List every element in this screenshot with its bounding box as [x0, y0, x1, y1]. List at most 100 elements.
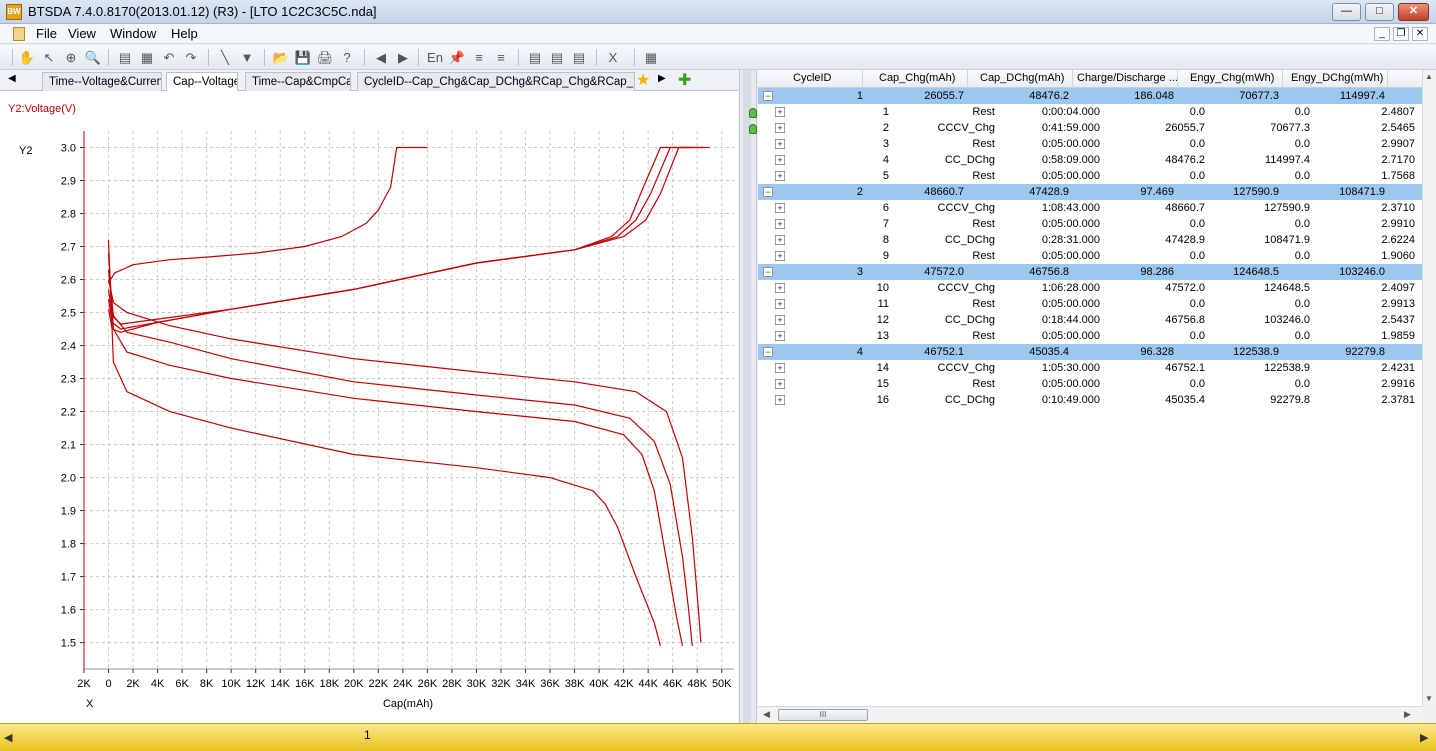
column-header-engy-dchg[interactable]: Engy_DChg(mWh): [1283, 70, 1388, 88]
collapse-icon[interactable]: −: [763, 267, 773, 277]
star-icon[interactable]: ★: [636, 70, 650, 90]
step-row[interactable]: +13 Rest 0:05:00.000 0.0 0.0 1.9859: [758, 328, 1422, 344]
layout-icon[interactable]: ▦: [642, 49, 660, 66]
vertical-scrollbar[interactable]: ▲ ▼: [1422, 70, 1436, 706]
maximize-button[interactable]: □: [1365, 3, 1394, 21]
excel-icon[interactable]: X: [604, 49, 622, 66]
table-cell: 2: [882, 122, 889, 134]
step-row[interactable]: +9 Rest 0:05:00.000 0.0 0.0 1.9060: [758, 248, 1422, 264]
tab-scroll-right-icon[interactable]: ▶: [658, 73, 666, 84]
collapse-icon[interactable]: −: [763, 187, 773, 197]
undo-icon[interactable]: ↶: [160, 49, 178, 66]
panel-splitter[interactable]: [739, 70, 757, 723]
help-icon[interactable]: ?: [338, 49, 356, 66]
splitter-handle[interactable]: [743, 70, 751, 723]
step-row[interactable]: +16 CC_DChg 0:10:49.000 45035.4 92279.8 2.378…: [758, 392, 1422, 408]
add-tab-icon[interactable]: ✚: [678, 70, 691, 90]
copy-chart-icon[interactable]: ▦: [138, 49, 156, 66]
step-row[interactable]: +4 CC_DChg 0:58:09.000 48476.2 114997.4 2.717…: [758, 152, 1422, 168]
hand-icon[interactable]: ✋: [18, 49, 36, 66]
step-row[interactable]: +1 Rest 0:00:04.000 0.0 0.0 2.4807: [758, 104, 1422, 120]
cap-voltage-chart[interactable]: 1.5 1.6 1.7 1.8 1.9 2.0 2.1 2.2 2.3 2.4 2.5 2.6 2.7 2…: [0, 91, 738, 723]
step-row[interactable]: +7 Rest 0:05:00.000 0.0 0.0 2.9910: [758, 216, 1422, 232]
grid-a-icon[interactable]: ▤: [526, 49, 544, 66]
tab-time-cap-cmpcap[interactable]: Time--Cap&CmpCap: [245, 72, 351, 91]
navigation-bar[interactable]: ◀ 1 ▶: [0, 723, 1436, 751]
close-button[interactable]: ✕: [1398, 3, 1429, 21]
step-row[interactable]: +2 CCCV_Chg 0:41:59.000 26055.7 70677.3 2.546…: [758, 120, 1422, 136]
list-b-icon[interactable]: ≡: [492, 49, 510, 66]
zoom-icon[interactable]: 🔍: [84, 49, 102, 66]
language-icon[interactable]: En: [426, 49, 444, 66]
step-row[interactable]: +14 CCCV_Chg 1:05:30.000 46752.1 122538.9 2.4…: [758, 360, 1422, 376]
print-icon[interactable]: 🖨: [316, 49, 334, 66]
menu-file[interactable]: File: [36, 26, 57, 41]
step-row[interactable]: +8 CC_DChg 0:28:31.000 47428.9 108471.9 2.622…: [758, 232, 1422, 248]
column-header-charge-discharge[interactable]: Charge/Discharge ...: [1073, 70, 1178, 88]
scroll-thumb[interactable]: III: [778, 709, 868, 721]
scroll-left-icon[interactable]: ◀: [763, 709, 770, 720]
pin-icon[interactable]: 📌: [448, 49, 466, 66]
nav-left-icon[interactable]: ◀: [4, 731, 12, 744]
menu-help[interactable]: Help: [171, 26, 198, 41]
collapse-icon[interactable]: −: [763, 91, 773, 101]
step-row[interactable]: +3 Rest 0:05:00.000 0.0 0.0 2.9907: [758, 136, 1422, 152]
list-a-icon[interactable]: ≡: [470, 49, 488, 66]
table-cell: 0.0: [1189, 298, 1205, 310]
x-tick-label: 28K: [442, 678, 462, 690]
pointer-icon[interactable]: ↖: [40, 49, 58, 66]
scroll-up-icon[interactable]: ▲: [1425, 72, 1433, 81]
collapse-icon[interactable]: −: [763, 347, 773, 357]
table-cell: 46756.8: [1029, 266, 1069, 278]
step-row[interactable]: +11 Rest 0:05:00.000 0.0 0.0 2.9913: [758, 296, 1422, 312]
back-arrow-icon[interactable]: ◀: [372, 49, 390, 66]
table-cell: 26055.7: [924, 90, 964, 102]
cycle-row[interactable]: − 2 48660.7 47428.9 97.469 127590.9 108471.9: [758, 184, 1422, 200]
y-tick-label: 2.1: [61, 440, 76, 452]
table-cell: 0.0: [1189, 378, 1205, 390]
chart-icon[interactable]: ▤: [116, 49, 134, 66]
cycle-row[interactable]: − 1 26055.7 48476.2 186.048 70677.3 114997.4: [758, 88, 1422, 104]
nav-right-icon[interactable]: ▶: [1420, 731, 1428, 744]
table-cell: 92279.8: [1345, 346, 1385, 358]
minimize-button[interactable]: —: [1332, 3, 1361, 21]
grid-b-icon[interactable]: ▤: [548, 49, 566, 66]
filter-icon[interactable]: ▼: [238, 49, 256, 66]
mdi-minimize-button[interactable]: _: [1374, 27, 1390, 41]
step-row[interactable]: +12 CC_DChg 0:18:44.000 46756.8 103246.0 2.54…: [758, 312, 1422, 328]
tab-cycleid-cap[interactable]: CycleID--Cap_Chg&Cap_DChg&RCap_Chg&RCap_…: [357, 72, 635, 91]
line-icon[interactable]: ╲: [216, 49, 234, 66]
step-row[interactable]: +15 Rest 0:05:00.000 0.0 0.0 2.9916: [758, 376, 1422, 392]
step-row[interactable]: +10 CCCV_Chg 1:06:28.000 47572.0 124648.5 2.4…: [758, 280, 1422, 296]
mdi-close-button[interactable]: ✕: [1412, 27, 1428, 41]
column-header-cap-chg[interactable]: Cap_Chg(mAh): [863, 70, 968, 88]
document-icon[interactable]: [13, 27, 25, 41]
table-cell: 0.0: [1189, 250, 1205, 262]
table-cell: Rest: [972, 218, 995, 230]
column-header-engy-chg[interactable]: Engy_Chg(mWh): [1178, 70, 1283, 88]
column-header-cycleid[interactable]: CycleID: [758, 70, 863, 88]
menu-view[interactable]: View: [68, 26, 96, 41]
open-folder-icon[interactable]: 📂: [272, 49, 290, 66]
scroll-right-icon[interactable]: ▶: [1404, 709, 1411, 720]
menu-window[interactable]: Window: [110, 26, 156, 41]
horizontal-scrollbar[interactable]: ◀ III ▶: [758, 706, 1422, 723]
scroll-down-icon[interactable]: ▼: [1425, 694, 1433, 703]
zoom-area-icon[interactable]: ⊕: [62, 49, 80, 66]
forward-arrow-icon[interactable]: ▶: [394, 49, 412, 66]
save-icon[interactable]: 💾: [294, 49, 312, 66]
step-row[interactable]: +6 CCCV_Chg 1:08:43.000 48660.7 127590.9 2.37…: [758, 200, 1422, 216]
tab-cap-voltage[interactable]: Cap--Voltage: [166, 72, 238, 91]
cycle-row[interactable]: − 4 46752.1 45035.4 96.328 122538.9 92279.8: [758, 344, 1422, 360]
grid-c-icon[interactable]: ▤: [570, 49, 588, 66]
tab-scroll-left-icon[interactable]: ◀: [8, 73, 16, 84]
chart-panel[interactable]: 1.5 1.6 1.7 1.8 1.9 2.0 2.1 2.2 2.3 2.4 2.5 2.6 2.7 2…: [0, 91, 738, 723]
tab-time-voltage-current[interactable]: Time--Voltage&Current: [42, 72, 162, 91]
cycle-row[interactable]: − 3 47572.0 46756.8 98.286 124648.5 103246.0: [758, 264, 1422, 280]
x-tick-label: 0: [105, 678, 111, 690]
column-header-cap-dchg[interactable]: Cap_DChg(mAh): [968, 70, 1073, 88]
y-tick-label: 1.7: [61, 572, 76, 584]
mdi-restore-button[interactable]: ❐: [1393, 27, 1409, 41]
step-row[interactable]: +5 Rest 0:05:00.000 0.0 0.0 1.7568: [758, 168, 1422, 184]
redo-icon[interactable]: ↷: [182, 49, 200, 66]
